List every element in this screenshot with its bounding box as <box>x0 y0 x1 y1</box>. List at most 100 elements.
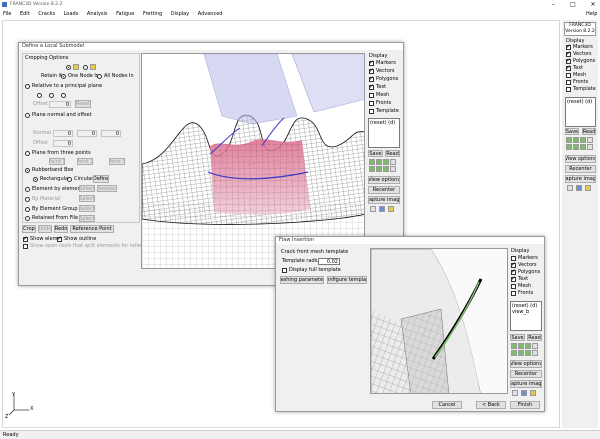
view-preset-icon[interactable] <box>573 137 579 143</box>
zoom-icon[interactable] <box>530 390 536 396</box>
fit-icon[interactable] <box>576 185 582 191</box>
crop-mode-radio-2[interactable] <box>83 65 88 70</box>
rectangular-radio[interactable] <box>33 177 38 182</box>
offset-input[interactable]: 0 <box>49 101 71 108</box>
pointer-icon[interactable] <box>512 390 518 396</box>
view-preset-icon[interactable] <box>587 144 593 150</box>
back-button[interactable]: < Back <box>476 401 506 409</box>
view-preset-icon[interactable] <box>580 137 586 143</box>
pointer-icon[interactable] <box>567 185 573 191</box>
view-preset-icon[interactable] <box>376 159 382 165</box>
sub-checkbox-text[interactable] <box>369 83 374 91</box>
view-preset-icon[interactable] <box>566 137 572 143</box>
normal-y-input[interactable]: 0 <box>77 130 97 137</box>
view-options-button[interactable]: View options <box>565 155 596 163</box>
view-preset-icon[interactable] <box>390 166 396 172</box>
meshing-parameters-button[interactable]: Meshing parameters <box>280 276 324 284</box>
sub-recenter-button[interactable]: Recenter <box>368 186 400 194</box>
flaw-checkbox-text[interactable] <box>511 275 516 283</box>
sub-view-list[interactable]: (reset) (d) <box>368 118 400 148</box>
flaw-save-button[interactable]: Save <box>510 334 525 341</box>
by-element-group-radio[interactable] <box>25 207 30 212</box>
select-button[interactable]: Select <box>79 185 95 192</box>
view-preset-icon[interactable] <box>390 159 396 165</box>
recenter-button[interactable]: Recenter <box>565 165 596 173</box>
read-button[interactable]: Read <box>582 128 596 135</box>
checkbox-template[interactable] <box>566 87 571 92</box>
menu-fatigue[interactable]: Fatigue <box>116 11 134 17</box>
menu-advanced[interactable]: Advanced <box>198 11 223 17</box>
pointer-icon[interactable] <box>370 206 376 212</box>
menu-file[interactable]: File <box>3 11 11 17</box>
show-outline-checkbox[interactable] <box>57 235 62 243</box>
view-preset-icon[interactable] <box>369 166 375 172</box>
circular-radio[interactable] <box>67 177 72 182</box>
principal-plane-radio[interactable] <box>25 84 30 89</box>
crop-mode-radio-1[interactable] <box>66 65 71 70</box>
show-elems-checkbox[interactable] <box>23 235 28 243</box>
view-preset-icon[interactable] <box>587 137 593 143</box>
finish-button[interactable]: Finish <box>510 401 540 409</box>
flaw-recenter-button[interactable]: Recenter <box>510 370 542 378</box>
close-icon[interactable]: ✕ <box>588 0 598 9</box>
crop-button[interactable]: Crop <box>22 225 36 233</box>
flaw-view-options-button[interactable]: View options <box>510 360 542 368</box>
from-file-select-button[interactable]: Select <box>79 215 95 222</box>
sub-checkbox-vectors[interactable] <box>369 67 374 75</box>
define-button[interactable]: Define <box>93 175 109 183</box>
view-list[interactable]: (reset) (d) <box>565 97 596 127</box>
flaw-read-button[interactable]: Read <box>527 334 542 341</box>
view-preset-icon[interactable] <box>566 144 572 150</box>
plane-x-radio[interactable] <box>37 93 42 98</box>
view-preset-icon[interactable] <box>383 159 389 165</box>
zoom-icon[interactable] <box>388 206 394 212</box>
sub-checkbox-markers[interactable] <box>369 59 374 67</box>
sub-read-button[interactable]: Read <box>385 150 400 157</box>
view-preset-icon[interactable] <box>532 343 538 349</box>
maximize-icon[interactable]: □ <box>568 0 578 9</box>
view-preset-icon[interactable] <box>511 343 517 349</box>
deselect-button[interactable]: Deselect <box>97 185 117 192</box>
plane-y-radio[interactable] <box>49 93 54 98</box>
three-points-radio[interactable] <box>25 151 30 156</box>
reference-point-button[interactable]: Reference Point <box>70 225 114 233</box>
menu-analysis[interactable]: Analysis <box>87 11 108 17</box>
view-preset-icon[interactable] <box>525 343 531 349</box>
capture-image-button[interactable]: Capture image <box>565 175 596 183</box>
view-preset-icon[interactable] <box>532 350 538 356</box>
template-radius-input[interactable]: 0.02 <box>318 258 340 265</box>
cancel-button[interactable]: Cancel <box>432 401 462 409</box>
flaw-viewport[interactable] <box>370 248 508 394</box>
flaw-capture-image-button[interactable]: Capture image <box>510 380 542 388</box>
flaw-view-list[interactable]: (reset) (d) view_b <box>510 301 542 331</box>
sub-capture-image-button[interactable]: Capture image <box>368 196 400 204</box>
reset-button[interactable]: Reset <box>75 100 91 108</box>
sub-checkbox-fronts[interactable] <box>369 101 374 106</box>
view-preset-icon[interactable] <box>518 350 524 356</box>
list-item[interactable]: view_b <box>512 309 540 315</box>
menu-fretting[interactable]: Fretting <box>143 11 162 17</box>
sub-checkbox-polygons[interactable] <box>369 75 374 83</box>
by-material-radio[interactable] <box>25 197 30 202</box>
undo-button[interactable]: Undo <box>38 225 52 233</box>
sub-save-button[interactable]: Save <box>368 150 383 157</box>
sub-view-options-button[interactable]: View options <box>368 176 400 184</box>
view-preset-icon[interactable] <box>383 166 389 172</box>
view-preset-icon[interactable] <box>580 144 586 150</box>
menu-edit[interactable]: Edit <box>20 11 30 17</box>
list-item[interactable]: (reset) (d) <box>370 120 398 126</box>
plane-z-radio[interactable] <box>61 93 66 98</box>
by-group-select-button[interactable]: Select <box>79 205 95 212</box>
offset2-input[interactable]: 0 <box>53 140 73 147</box>
by-material-select-button[interactable]: Select <box>79 195 95 202</box>
checkbox-fronts[interactable] <box>566 80 571 85</box>
view-preset-icon[interactable] <box>376 166 382 172</box>
fit-icon[interactable] <box>379 206 385 212</box>
configure-template-button[interactable]: Configure template <box>327 276 367 284</box>
view-preset-icon[interactable] <box>369 159 375 165</box>
sub-checkbox-template[interactable] <box>369 109 374 114</box>
menu-help[interactable]: Help <box>586 10 597 19</box>
plane-normal-radio[interactable] <box>25 113 30 118</box>
retained-from-file-radio[interactable] <box>25 216 30 221</box>
sub-checkbox-mesh[interactable] <box>369 93 374 98</box>
